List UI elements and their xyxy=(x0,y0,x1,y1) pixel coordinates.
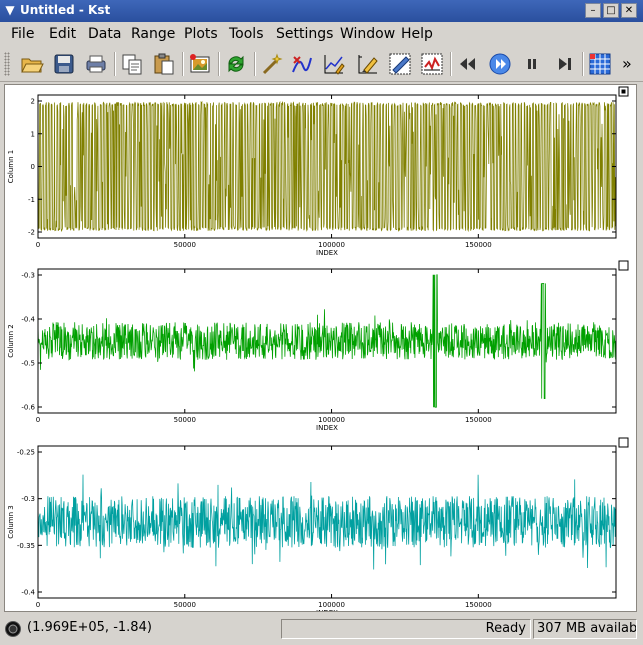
menu-bar: File Edit Data Range Plots Tools Setting… xyxy=(0,22,643,46)
reload-icon[interactable] xyxy=(224,52,248,76)
y-tick-label: -0.25 xyxy=(17,449,35,457)
pause-icon[interactable] xyxy=(520,52,544,76)
plot-canvas[interactable]: 0 50000 100000 150000 2 1 0 -1 -2 INDEX Column 1 0 5… xyxy=(4,84,637,617)
window-title: Untitled - Kst xyxy=(20,3,111,17)
y-tick-label: -0.4 xyxy=(21,589,35,597)
toolbar-separator xyxy=(450,52,452,76)
y-tick-label: 1 xyxy=(31,130,35,138)
toolbar: » xyxy=(0,46,643,82)
edit-vectors-icon[interactable] xyxy=(322,52,346,76)
export-image-icon[interactable] xyxy=(188,52,212,76)
y-tick-label: -0.3 xyxy=(21,272,35,280)
back-icon[interactable] xyxy=(456,52,480,76)
copy-icon[interactable] xyxy=(120,52,144,76)
plot-curve xyxy=(38,474,616,570)
maximize-button[interactable]: □ xyxy=(603,3,619,18)
y-tick-label: 0 xyxy=(31,163,35,171)
plot-select-box[interactable] xyxy=(618,437,629,448)
plot-1[interactable]: 0 50000 100000 150000 2 1 0 -1 -2 INDEX Column 1 xyxy=(7,86,629,257)
y-tick-label: -0.5 xyxy=(21,360,35,368)
plot-wizard-icon[interactable] xyxy=(290,52,314,76)
menu-range[interactable]: Range xyxy=(131,26,175,42)
x-tick-label: 150000 xyxy=(465,601,492,609)
minimize-button[interactable]: – xyxy=(585,3,601,18)
edit-plugins-icon[interactable] xyxy=(388,52,412,76)
status-indicator-icon xyxy=(5,621,21,637)
y-tick-label: -1 xyxy=(28,196,35,204)
menu-tools[interactable]: Tools xyxy=(229,26,264,42)
x-axis-label: INDEX xyxy=(316,249,338,257)
plot-select-box[interactable] xyxy=(618,260,629,271)
menu-data[interactable]: Data xyxy=(88,26,121,42)
save-icon[interactable] xyxy=(52,52,76,76)
menu-settings[interactable]: Settings xyxy=(276,26,333,42)
x-tick-label: 100000 xyxy=(318,601,345,609)
x-tick-label: 100000 xyxy=(318,416,345,424)
plot-3[interactable]: 0 50000 100000 150000 -0.25 -0.3 -0.35 -0.4 INDE… xyxy=(7,437,629,617)
toolbar-separator xyxy=(114,52,116,76)
status-bar: (1.969E+05, -1.84) Ready 307 MB availabl… xyxy=(0,616,643,645)
x-tick-label: 0 xyxy=(36,416,40,424)
x-tick-label: 0 xyxy=(36,601,40,609)
coordinates-readout: (1.969E+05, -1.84) xyxy=(27,620,152,635)
menu-edit[interactable]: Edit xyxy=(49,26,76,42)
memory-available: 307 MB available xyxy=(533,619,637,639)
menu-file[interactable]: File xyxy=(11,26,34,42)
y-tick-label: -0.6 xyxy=(21,404,35,412)
x-tick-label: 100000 xyxy=(318,241,345,249)
y-tick-label: 2 xyxy=(31,98,35,106)
x-tick-label: 0 xyxy=(36,241,40,249)
x-axis-label: INDEX xyxy=(316,609,338,611)
edit-equations-icon[interactable] xyxy=(420,52,444,76)
layout-icon[interactable] xyxy=(588,52,612,76)
plot-select-mark xyxy=(621,89,626,94)
data-wizard-icon[interactable] xyxy=(260,52,284,76)
status-ready: Ready xyxy=(281,619,531,639)
y-axis-label: Column 2 xyxy=(7,324,15,358)
y-axis-label: Column 3 xyxy=(7,505,15,539)
toolbar-separator xyxy=(182,52,184,76)
toolbar-separator xyxy=(254,52,256,76)
paste-icon[interactable] xyxy=(152,52,176,76)
play-icon[interactable] xyxy=(488,52,512,76)
x-tick-label: 150000 xyxy=(465,416,492,424)
x-tick-label: 150000 xyxy=(465,241,492,249)
x-tick-label: 50000 xyxy=(174,241,196,249)
menu-help[interactable]: Help xyxy=(401,26,433,42)
toolbar-more-button[interactable]: » xyxy=(622,54,632,73)
x-tick-label: 50000 xyxy=(174,416,196,424)
menu-window[interactable]: Window xyxy=(340,26,395,42)
print-icon[interactable] xyxy=(84,52,108,76)
toolbar-separator xyxy=(582,52,584,76)
edit-curves-icon[interactable] xyxy=(356,52,380,76)
toolbar-grip[interactable] xyxy=(4,52,10,76)
y-tick-label: -0.4 xyxy=(21,316,35,324)
plot-curve xyxy=(38,100,616,233)
open-icon[interactable] xyxy=(20,52,44,76)
window-menu-icon[interactable]: ▼ xyxy=(3,3,17,17)
close-button[interactable]: ✕ xyxy=(621,3,637,18)
plot-curve xyxy=(38,274,616,408)
y-tick-label: -0.3 xyxy=(21,495,35,503)
plots-area[interactable]: 0 50000 100000 150000 2 1 0 -1 -2 INDEX Column 1 0 5… xyxy=(5,85,636,617)
y-axis-label: Column 1 xyxy=(7,150,15,184)
title-bar: ▼ Untitled - Kst – □ ✕ xyxy=(0,0,643,22)
menu-plots[interactable]: Plots xyxy=(184,26,218,42)
toolbar-separator xyxy=(218,52,220,76)
plot-2[interactable]: 0 50000 100000 150000 -0.3 -0.4 -0.5 -0.6 INDEX C… xyxy=(7,260,629,432)
y-tick-label: -2 xyxy=(28,229,35,237)
x-tick-label: 50000 xyxy=(174,601,196,609)
x-axis-label: INDEX xyxy=(316,424,338,432)
end-icon[interactable] xyxy=(552,52,576,76)
y-tick-label: -0.35 xyxy=(17,542,35,550)
